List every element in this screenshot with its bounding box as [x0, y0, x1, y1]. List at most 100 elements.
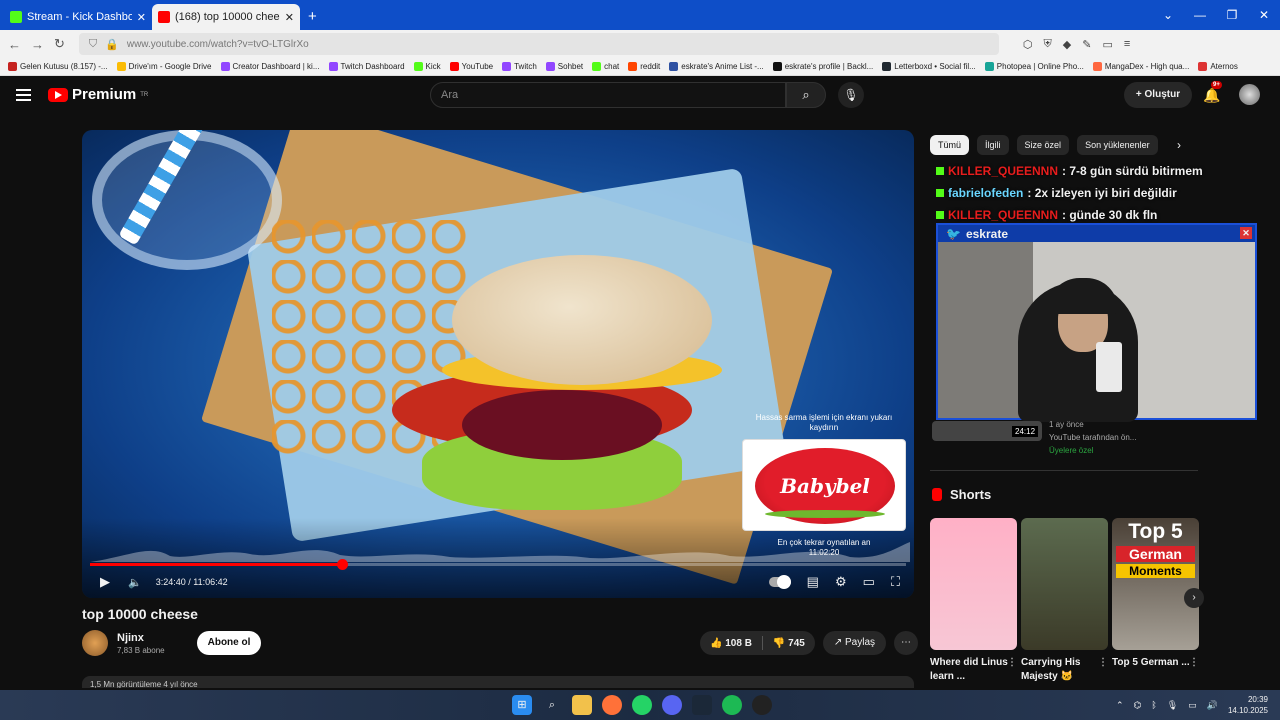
- chevron-up-icon[interactable]: ⌃: [1116, 700, 1124, 711]
- subscribe-button[interactable]: Abone ol: [196, 631, 262, 655]
- progress-bar[interactable]: [90, 559, 906, 570]
- bookmark-item[interactable]: Drive'ım - Google Drive: [116, 62, 212, 71]
- discord-icon[interactable]: [662, 695, 682, 715]
- play-icon[interactable]: ▶: [100, 574, 110, 590]
- bookmark-item[interactable]: Kick: [413, 62, 441, 71]
- close-icon[interactable]: ✕: [1240, 227, 1252, 239]
- tools-icon[interactable]: ✎: [1082, 38, 1091, 51]
- create-button[interactable]: + Oluştur: [1124, 82, 1192, 108]
- bookmark-item[interactable]: Creator Dashboard | ki...: [220, 62, 320, 71]
- firefox-icon[interactable]: [602, 695, 622, 715]
- channel-name[interactable]: Njinx: [117, 632, 165, 644]
- mic-icon[interactable]: 🎙: [1167, 700, 1178, 711]
- short-title[interactable]: Carrying His Majesty 🐱 ⋮: [1021, 656, 1108, 684]
- settings-gear-icon[interactable]: ⚙: [835, 574, 847, 590]
- bookmark-item[interactable]: MangaDex - High qua...: [1092, 62, 1190, 71]
- chip-recent[interactable]: Son yüklenenler: [1077, 135, 1158, 155]
- bookmark-item[interactable]: Aternos: [1198, 62, 1238, 71]
- bookmark-item[interactable]: YouTube: [449, 62, 493, 71]
- more-vert-icon[interactable]: ⋮: [1098, 656, 1108, 670]
- shield-ext-icon[interactable]: ⛨: [1044, 38, 1052, 51]
- whatsapp-icon[interactable]: [632, 695, 652, 715]
- close-window-icon[interactable]: ✕: [1248, 0, 1280, 30]
- file-explorer-icon[interactable]: [572, 695, 592, 715]
- network-icon[interactable]: ⌬: [1134, 700, 1142, 711]
- bookmark-label: Twitch Dashboard: [340, 62, 405, 71]
- bookmark-item[interactable]: chat: [592, 62, 619, 71]
- bookmark-label: Kick: [425, 62, 441, 71]
- subtitles-icon[interactable]: ▤: [807, 574, 819, 590]
- fullscreen-icon[interactable]: ⛶: [891, 574, 900, 590]
- short-title[interactable]: Where did Linus learn ... ⋮: [930, 656, 1017, 684]
- avatar[interactable]: [1239, 84, 1260, 105]
- steam-icon[interactable]: [692, 695, 712, 715]
- back-icon[interactable]: ←: [8, 37, 21, 52]
- short-card[interactable]: [930, 518, 1017, 650]
- description-box[interactable]: 1,5 Mn görüntüleme 4 yıl önce: [82, 676, 914, 688]
- chip-for-you[interactable]: Size özel: [1016, 135, 1070, 155]
- more-vert-icon[interactable]: ⋮: [1189, 656, 1199, 670]
- obs-icon[interactable]: [752, 695, 772, 715]
- bookmark-item[interactable]: Gelen Kutusu (8.157) -...: [8, 62, 108, 71]
- volume-icon[interactable]: 🔈: [128, 576, 142, 589]
- video-player[interactable]: Hassas sarma işlemi için ekranı yukarı k…: [82, 130, 914, 598]
- pocket-icon[interactable]: ◆: [1063, 38, 1071, 51]
- display-icon[interactable]: ▭: [1188, 700, 1197, 711]
- like-button[interactable]: 👍 108 B: [700, 638, 762, 649]
- short-title[interactable]: Top 5 German ... ⋮: [1112, 656, 1199, 684]
- sidebar-icon[interactable]: ▭: [1102, 38, 1112, 51]
- chip-related[interactable]: İlgili: [977, 135, 1009, 155]
- tab-list-icon[interactable]: ⌄: [1152, 0, 1184, 30]
- shield-icon[interactable]: ⛉: [89, 38, 97, 51]
- bookmark-item[interactable]: Sohbet: [545, 62, 583, 71]
- more-vert-icon[interactable]: ⋮: [1007, 656, 1017, 670]
- new-tab-icon[interactable]: +: [308, 8, 317, 25]
- clock[interactable]: 20:39 14.10.2025: [1228, 694, 1268, 716]
- bookmark-item[interactable]: reddit: [628, 62, 660, 71]
- system-tray: ⌃ ⌬ ᛒ 🎙 ▭ 🔊 20:39 14.10.2025: [1116, 694, 1268, 716]
- more-options-icon[interactable]: ⋯: [894, 631, 919, 655]
- bookmark-item[interactable]: Twitch Dashboard: [328, 62, 405, 71]
- bookmark-item[interactable]: Letterboxd • Social fil...: [882, 62, 976, 71]
- tab-youtube-video[interactable]: (168) top 10000 cheese - YouTu ✕: [152, 4, 300, 30]
- channel-avatar[interactable]: [82, 630, 108, 656]
- search-icon[interactable]: ⌕: [786, 82, 826, 108]
- url-field[interactable]: ⛉ 🔒 www.youtube.com/watch?v=tvO-LTGlrXo: [78, 33, 999, 55]
- mic-icon[interactable]: 🎙: [838, 82, 864, 108]
- windows-start-icon[interactable]: ⊞: [512, 695, 532, 715]
- tab-kick-dashboard[interactable]: Stream - Kick Dashboard ✕: [4, 4, 152, 30]
- autoplay-toggle[interactable]: [768, 575, 791, 589]
- bookmark-item[interactable]: Twitch: [502, 62, 537, 71]
- share-button[interactable]: ↗ Paylaş: [822, 631, 887, 655]
- close-tab-icon[interactable]: ✕: [137, 11, 146, 24]
- search-input[interactable]: Ara: [430, 82, 786, 108]
- reload-icon[interactable]: ↻: [54, 36, 65, 52]
- bell-icon[interactable]: 🔔 9+: [1203, 81, 1222, 104]
- chevron-right-icon[interactable]: ›: [1184, 588, 1204, 608]
- menu-icon[interactable]: ≡: [1124, 38, 1130, 51]
- bookmark-label: MangaDex - High qua...: [1104, 62, 1190, 71]
- bookmark-item[interactable]: Photopea | Online Pho...: [984, 62, 1084, 71]
- bookmark-item[interactable]: eskrate's profile | Backl...: [772, 62, 873, 71]
- spotify-icon[interactable]: [722, 695, 742, 715]
- chevron-right-icon[interactable]: ›: [1177, 138, 1181, 152]
- theater-mode-icon[interactable]: ▭: [863, 574, 875, 590]
- lock-icon[interactable]: 🔒: [105, 38, 119, 51]
- short-title-text: Where did Linus learn ...: [930, 657, 1008, 682]
- short-card[interactable]: [1021, 518, 1108, 650]
- bluetooth-icon[interactable]: ᛒ: [1151, 700, 1156, 710]
- minimize-icon[interactable]: —: [1184, 0, 1216, 30]
- short-title-text: Carrying His Majesty 🐱: [1021, 657, 1081, 682]
- bookmark-item[interactable]: eskrate's Anime List -...: [669, 62, 764, 71]
- search-icon[interactable]: ⌕: [542, 695, 562, 715]
- extensions-icon[interactable]: ⬡: [1023, 38, 1033, 51]
- forward-icon[interactable]: →: [31, 37, 44, 52]
- youtube-logo[interactable]: Premium TR: [48, 86, 148, 103]
- chip-all[interactable]: Tümü: [930, 135, 970, 155]
- short-card[interactable]: Top 5 German Moments: [1112, 518, 1199, 650]
- maximize-icon[interactable]: ❐: [1216, 0, 1248, 30]
- close-tab-icon[interactable]: ✕: [285, 11, 294, 24]
- volume-icon[interactable]: 🔊: [1207, 700, 1218, 711]
- menu-icon[interactable]: [16, 89, 31, 104]
- dislike-button[interactable]: 👎 745: [763, 638, 815, 649]
